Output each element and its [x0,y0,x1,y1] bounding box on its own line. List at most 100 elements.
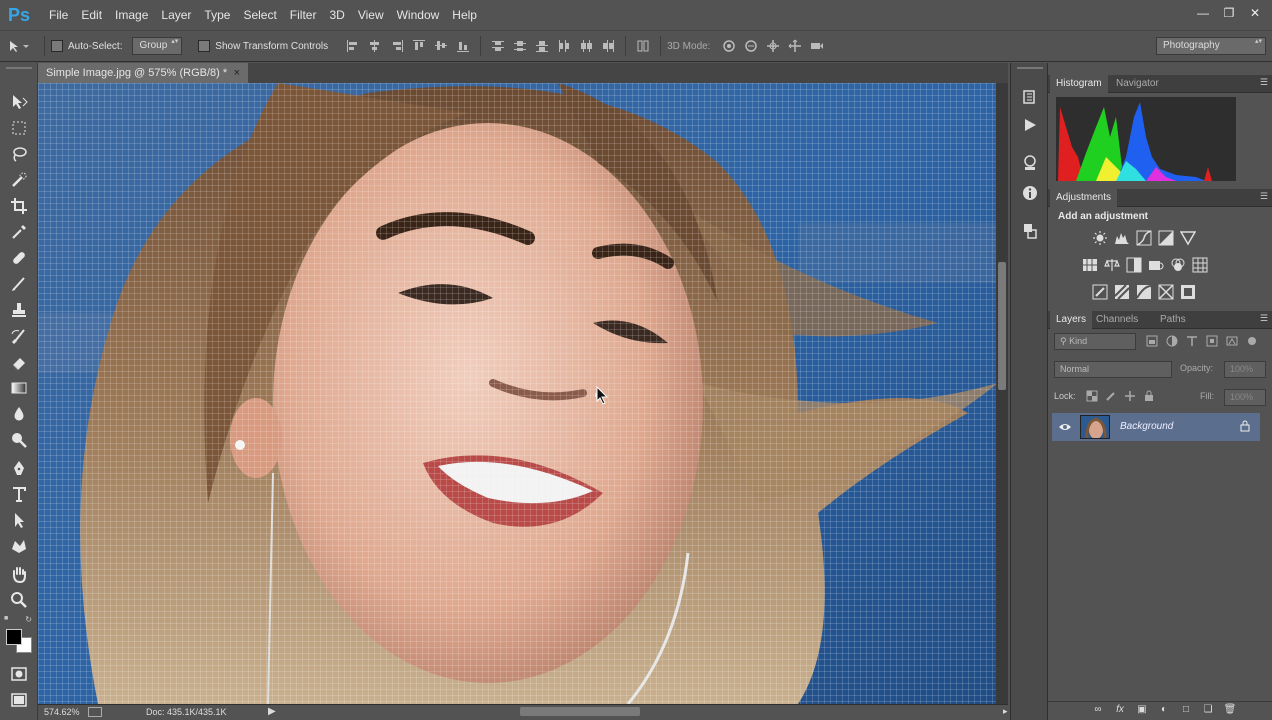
new-adjustment-layer-icon[interactable]: ◐ [1156,704,1172,718]
invert-icon[interactable] [1092,284,1108,300]
restore-icon[interactable]: ❐ [1218,4,1240,22]
posterize-icon[interactable] [1114,284,1130,300]
path-selection-tool-icon[interactable] [8,509,30,531]
history-brush-tool-icon[interactable] [8,325,30,347]
filter-smart-object-icon[interactable] [1226,335,1238,347]
distribute-top-icon[interactable] [490,38,506,54]
photo-filter-icon[interactable] [1148,257,1164,273]
blur-tool-icon[interactable] [8,403,30,425]
layer-row-background[interactable]: Background [1052,413,1260,441]
zoom-level[interactable]: 574.62% [44,707,80,717]
filter-type-icon[interactable] [1186,335,1198,347]
filter-shape-icon[interactable] [1206,335,1218,347]
align-bottom-icon[interactable] [455,38,471,54]
foreground-color-swatch[interactable] [6,629,22,645]
lock-position-icon[interactable] [1124,390,1136,402]
menu-window[interactable]: Window [397,0,440,30]
tab-histogram[interactable]: Histogram [1050,75,1108,93]
blend-mode-dropdown[interactable]: Normal [1054,361,1172,378]
align-hcenter-icon[interactable] [367,38,383,54]
document-close-icon[interactable]: × [234,63,240,83]
menu-image[interactable]: Image [115,0,148,30]
3d-slide-icon[interactable] [787,38,803,54]
tab-paths[interactable]: Paths [1154,311,1192,329]
close-icon[interactable]: ✕ [1244,4,1266,22]
shape-tool-icon[interactable] [8,535,30,557]
auto-select-checkbox[interactable] [51,40,63,52]
gradient-tool-icon[interactable] [8,377,30,399]
layer-filter-kind-dropdown[interactable]: ⚲ Kind [1054,333,1136,350]
align-top-icon[interactable] [411,38,427,54]
threshold-icon[interactable] [1136,284,1152,300]
opacity-field[interactable]: 100% [1224,361,1266,378]
align-vcenter-icon[interactable] [433,38,449,54]
document-canvas[interactable] [38,83,996,704]
spot-healing-tool-icon[interactable] [8,247,30,269]
color-lookup-icon[interactable] [1192,257,1208,273]
type-tool-icon[interactable] [8,483,30,505]
delete-layer-icon[interactable]: 🗑 [1222,704,1238,718]
levels-icon[interactable] [1114,230,1130,246]
eraser-tool-icon[interactable] [8,351,30,373]
dock-grip[interactable] [1017,67,1043,69]
3d-roll-icon[interactable] [743,38,759,54]
new-layer-icon[interactable]: ❏ [1200,704,1216,718]
menu-layer[interactable]: Layer [161,0,191,30]
channel-mixer-icon[interactable] [1170,257,1186,273]
brush-presets-icon[interactable] [1020,153,1040,173]
filter-adjustment-icon[interactable] [1166,335,1178,347]
lasso-tool-icon[interactable] [8,143,30,165]
3d-rotate-icon[interactable] [721,38,737,54]
menu-view[interactable]: View [358,0,384,30]
toolbar-grip[interactable] [6,67,32,69]
distribute-bottom-icon[interactable] [534,38,550,54]
swap-colors-icon[interactable]: ↻ [25,615,32,624]
horizontal-scroll-thumb[interactable] [520,707,640,716]
move-tool-preset-icon[interactable] [0,39,38,53]
add-mask-icon[interactable]: ▣ [1134,704,1150,718]
black-white-icon[interactable] [1126,257,1142,273]
status-toggle-icon[interactable] [88,707,102,717]
hue-saturation-icon[interactable] [1082,257,1098,273]
quick-selection-tool-icon[interactable] [8,169,30,191]
scroll-right-icon[interactable]: ▸ [1003,706,1008,717]
tab-adjustments[interactable]: Adjustments [1050,189,1118,207]
align-left-icon[interactable] [345,38,361,54]
distribute-hcenter-icon[interactable] [578,38,594,54]
distribute-right-icon[interactable] [600,38,616,54]
color-swatches[interactable]: ■ ↻ [4,615,34,663]
menu-help[interactable]: Help [452,0,477,30]
menu-select[interactable]: Select [243,0,276,30]
align-right-icon[interactable] [389,38,405,54]
vertical-scroll-thumb[interactable] [998,262,1006,390]
brush-tool-icon[interactable] [8,273,30,295]
eyedropper-tool-icon[interactable] [8,221,30,243]
actions-panel-icon[interactable] [1020,115,1040,135]
screen-mode-icon[interactable] [8,689,30,711]
clone-stamp-tool-icon[interactable] [8,299,30,321]
layer-name[interactable]: Background [1120,421,1173,432]
minimize-icon[interactable]: — [1192,4,1214,22]
distribute-left-icon[interactable] [556,38,572,54]
status-menu-arrow-icon[interactable]: ▶ [268,706,276,717]
clone-source-icon[interactable] [1020,221,1040,241]
info-panel-icon[interactable] [1020,183,1040,203]
layer-style-icon[interactable]: fx [1112,704,1128,718]
gradient-map-icon[interactable] [1158,284,1174,300]
auto-select-dropdown[interactable]: Group [132,37,183,55]
3d-scale-icon[interactable] [809,38,825,54]
brightness-contrast-icon[interactable] [1092,230,1108,246]
menu-file[interactable]: File [49,0,68,30]
menu-type[interactable]: Type [204,0,230,30]
vibrance-icon[interactable] [1180,230,1196,246]
lock-image-icon[interactable] [1105,390,1117,402]
eye-visibility-icon[interactable] [1058,421,1072,433]
pen-tool-icon[interactable] [8,457,30,479]
move-tool-icon[interactable] [8,91,30,113]
menu-3d[interactable]: 3D [329,0,344,30]
history-panel-icon[interactable] [1020,87,1040,107]
3d-drag-icon[interactable] [765,38,781,54]
new-group-icon[interactable]: □ [1178,704,1194,718]
filter-toggle-icon[interactable] [1246,335,1258,347]
marquee-tool-icon[interactable] [8,117,30,139]
